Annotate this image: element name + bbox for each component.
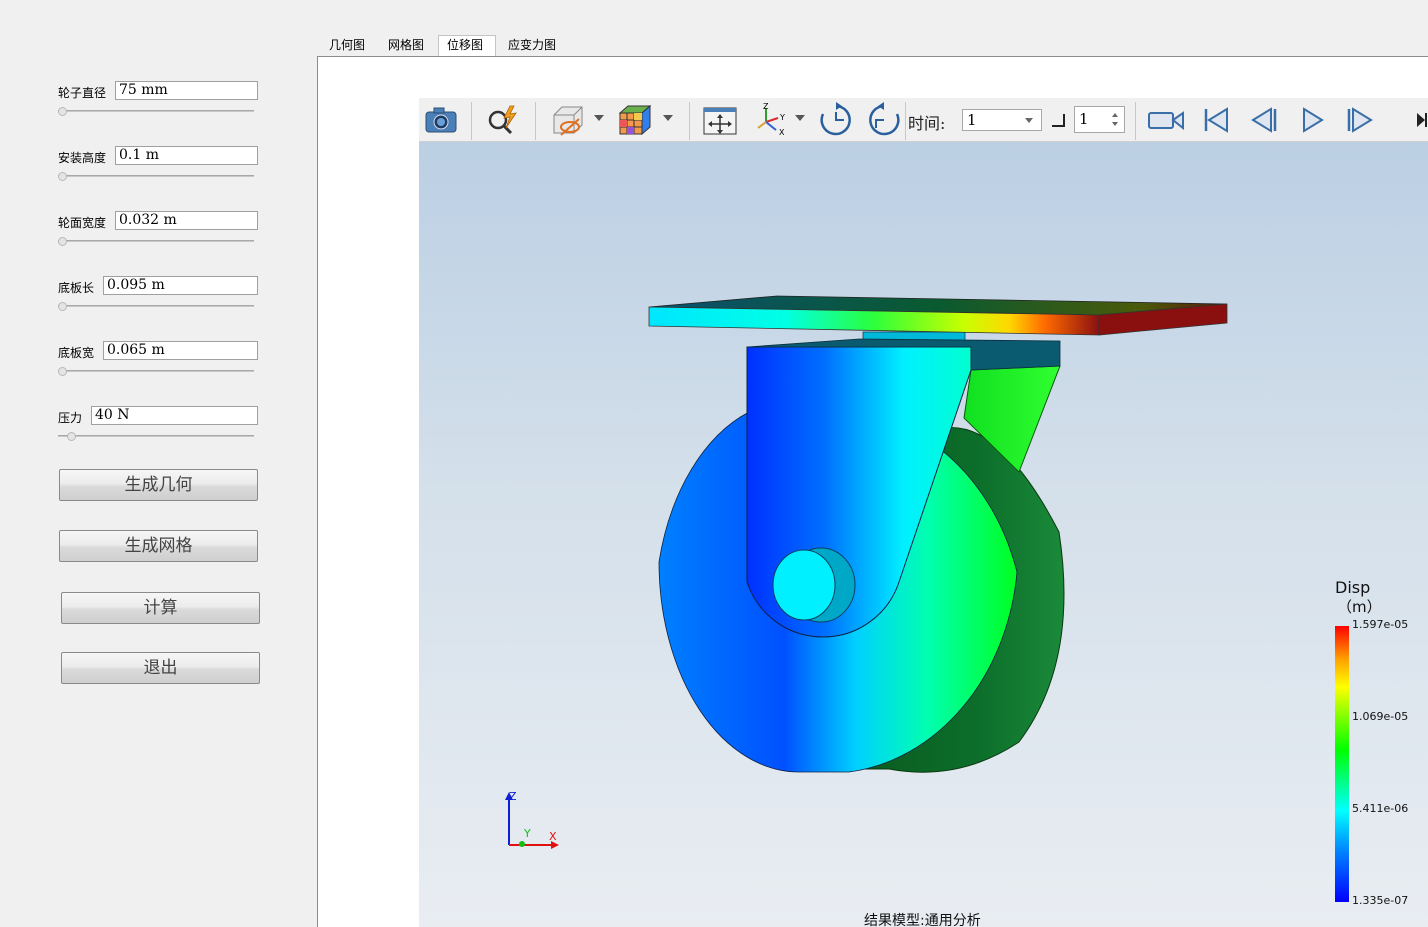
axis-triad: Z Y X	[505, 790, 559, 849]
result-model-status: 结果模型:通用分析	[864, 913, 981, 927]
axis-orientation-icon[interactable]: Z YX	[751, 102, 791, 138]
legend-max-label: 1.597e-05	[1352, 618, 1409, 631]
slider-thumb[interactable]	[58, 367, 67, 376]
svg-text:Z: Z	[763, 102, 769, 111]
pressure-input[interactable]: 40 N	[91, 406, 258, 425]
slider-thumb[interactable]	[58, 172, 67, 181]
param-label-wheel-diameter: 轮子直径	[58, 86, 107, 100]
tread-width-input[interactable]: 0.032 m	[115, 211, 258, 230]
mount-height-slider[interactable]	[58, 172, 254, 181]
previous-frame-icon[interactable]	[1247, 102, 1281, 138]
param-label-mount-height: 安装高度	[58, 151, 107, 165]
tab-displacement[interactable]: 位移图	[438, 35, 496, 57]
3d-viewer[interactable]: ZYX 时间: 1 1 Z Y X Disp （m） 1.597e-05 1.0…	[419, 98, 1428, 927]
legend-mid-high-label: 1.069e-05	[1352, 710, 1409, 723]
param-label-plate-length: 底板长	[58, 281, 95, 295]
next-frame-icon[interactable]	[1343, 102, 1377, 138]
chevron-down-icon[interactable]	[795, 115, 805, 121]
tab-mesh[interactable]: 网格图	[380, 36, 432, 57]
play-icon[interactable]	[1295, 102, 1329, 138]
wheel-diameter-input[interactable]: 75 mm	[115, 81, 258, 100]
zoom-fit-icon[interactable]	[483, 102, 523, 138]
param-label-tread-width: 轮面宽度	[58, 216, 107, 230]
slider-thumb[interactable]	[58, 107, 67, 116]
time-label: 时间:	[908, 114, 946, 133]
svg-text:X: X	[779, 128, 785, 137]
spin-down-icon[interactable]	[1112, 122, 1118, 126]
chevron-down-icon[interactable]	[594, 115, 604, 121]
slider-thumb[interactable]	[58, 237, 67, 246]
camera-icon[interactable]	[423, 102, 459, 138]
time-select[interactable]: 1	[962, 109, 1042, 131]
legend-min-label: 1.335e-07	[1352, 894, 1409, 907]
param-label-pressure: 压力	[58, 411, 83, 425]
legend-unit: （m）	[1337, 598, 1382, 616]
first-frame-icon[interactable]	[1199, 102, 1233, 138]
chevron-down-icon	[1025, 118, 1033, 123]
axis-x-label: X	[549, 830, 557, 843]
plate-length-input[interactable]: 0.095 m	[103, 276, 258, 295]
step-icon	[1049, 112, 1067, 128]
frame-spinbox-value: 1	[1079, 110, 1089, 128]
mesh-color-icon[interactable]	[615, 102, 655, 138]
time-select-value: 1	[967, 111, 977, 129]
slider-thumb[interactable]	[67, 432, 76, 441]
chevron-down-icon[interactable]	[663, 115, 673, 121]
tab-geometry[interactable]: 几何图	[321, 36, 373, 57]
mount-height-input[interactable]: 0.1 m	[115, 146, 258, 165]
plate-width-slider[interactable]	[58, 367, 254, 376]
plate-width-input[interactable]: 0.065 m	[103, 341, 258, 360]
generate-mesh-button[interactable]: 生成网格	[59, 530, 258, 562]
video-record-icon[interactable]	[1147, 102, 1187, 138]
slider-thumb[interactable]	[58, 302, 67, 311]
param-label-plate-width: 底板宽	[58, 346, 95, 360]
wheel-diameter-slider[interactable]	[58, 107, 254, 116]
tread-width-slider[interactable]	[58, 237, 254, 246]
pressure-slider[interactable]	[58, 432, 254, 441]
axis-y-label: Y	[523, 827, 531, 840]
tab-strain-stress[interactable]: 应变力图	[500, 36, 564, 57]
frame-spinbox[interactable]: 1	[1074, 106, 1125, 133]
rotate-ccw-icon[interactable]	[865, 102, 903, 138]
spin-up-icon[interactable]	[1112, 113, 1118, 117]
axis-z-label: Z	[509, 790, 517, 803]
section-view-icon[interactable]	[547, 102, 587, 138]
generate-geometry-button[interactable]: 生成几何	[59, 469, 258, 501]
legend-title: Disp	[1335, 578, 1371, 597]
exit-button[interactable]: 退出	[61, 652, 260, 684]
legend-mid-low-label: 5.411e-06	[1352, 802, 1409, 815]
last-frame-icon[interactable]	[1415, 102, 1428, 138]
viewer-toolbar: Z YX 时间: 1 1	[419, 98, 1428, 142]
legend-color-bar	[1335, 626, 1349, 902]
svg-text:Y: Y	[779, 113, 785, 122]
plate-length-slider[interactable]	[58, 302, 254, 311]
fit-all-icon[interactable]	[701, 102, 739, 138]
rotate-cw-icon[interactable]	[817, 102, 855, 138]
compute-button[interactable]: 计算	[61, 592, 260, 624]
